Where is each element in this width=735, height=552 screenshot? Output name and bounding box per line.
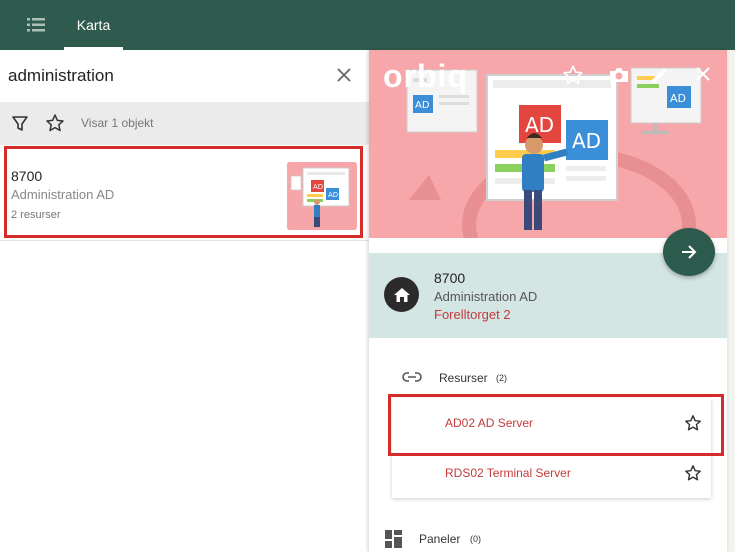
filter-bar: Visar 1 objekt — [0, 102, 370, 145]
result-card[interactable]: 8700 Administration AD 2 resurser AD AD — [4, 146, 363, 238]
resources-count: (2) — [496, 373, 507, 383]
resource-item-label: RDS02 Terminal Server — [445, 466, 571, 480]
detail-panel: AD AD AD AD orbiq 8700 Administration AD… — [369, 50, 727, 552]
ad-presentation-image: AD AD — [287, 162, 357, 230]
list-icon[interactable] — [22, 14, 50, 36]
camera-icon[interactable] — [608, 65, 630, 85]
panels-count: (0) — [470, 534, 481, 544]
tab-karta[interactable]: Karta — [64, 0, 123, 50]
star-outline-icon[interactable] — [45, 113, 65, 133]
svg-text:AD: AD — [313, 183, 323, 191]
divider — [0, 240, 370, 241]
result-name: Administration AD — [11, 187, 115, 202]
object-name: Administration AD — [434, 289, 538, 304]
orbiq-logo: orbiq — [383, 58, 468, 94]
close-icon[interactable] — [334, 65, 354, 85]
result-number: 8700 — [11, 168, 43, 184]
object-address-link[interactable]: Forelltorget 2 — [434, 307, 511, 322]
resources-heading: Resurser — [439, 371, 488, 385]
svg-text:AD: AD — [328, 191, 338, 199]
hero-image: AD AD AD AD orbiq — [369, 50, 727, 238]
svg-text:AD: AD — [525, 113, 554, 137]
star-outline-icon[interactable] — [684, 414, 702, 432]
search-input[interactable] — [8, 62, 328, 90]
dashboard-icon — [385, 530, 402, 548]
map-area[interactable] — [727, 50, 735, 552]
resource-item[interactable]: RDS02 Terminal Server — [392, 448, 711, 498]
search-row — [0, 50, 370, 102]
edit-icon[interactable] — [649, 65, 667, 85]
tab-karta-label: Karta — [76, 17, 111, 33]
close-icon[interactable] — [694, 65, 712, 83]
top-app-bar: Karta — [0, 0, 735, 50]
svg-text:AD: AD — [572, 129, 601, 153]
result-count: Visar 1 objekt — [81, 116, 154, 130]
star-outline-icon[interactable] — [684, 464, 702, 482]
star-outline-icon[interactable] — [562, 64, 584, 86]
object-number: 8700 — [434, 270, 466, 286]
svg-text:AD: AD — [415, 100, 430, 111]
svg-text:AD: AD — [670, 92, 686, 105]
resource-item-label: AD02 AD Server — [445, 416, 534, 430]
home-icon — [384, 277, 419, 312]
panels-heading: Paneler — [419, 532, 461, 546]
filter-icon[interactable] — [11, 114, 29, 134]
resource-item[interactable]: AD02 AD Server — [392, 398, 711, 448]
link-icon — [401, 369, 423, 385]
result-resources: 2 resurser — [11, 209, 61, 221]
arrow-right-icon[interactable] — [663, 228, 715, 276]
search-panel: Visar 1 objekt 8700 Administration AD 2 … — [0, 50, 370, 552]
resource-list: AD02 AD Server RDS02 Terminal Server — [392, 398, 711, 498]
